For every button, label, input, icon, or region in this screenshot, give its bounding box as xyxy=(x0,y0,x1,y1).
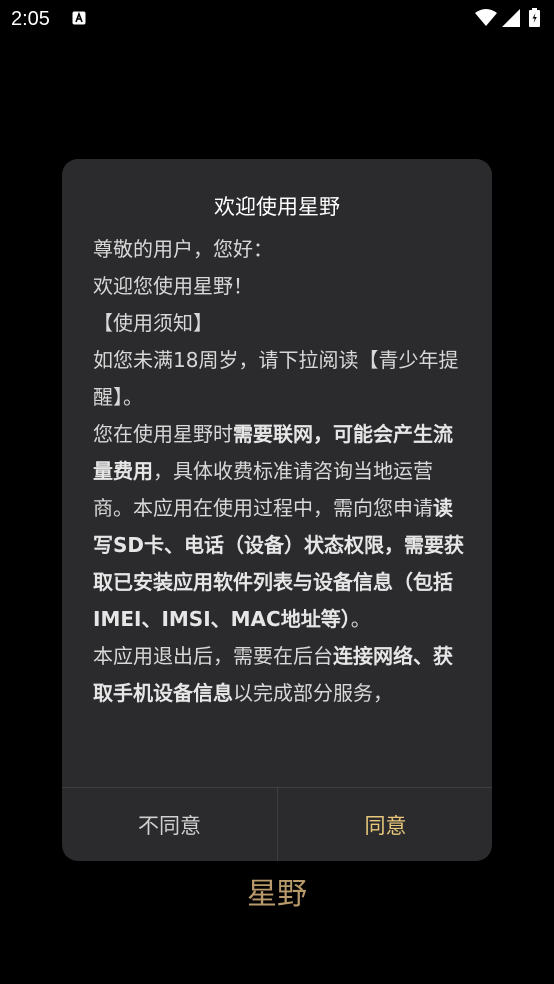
status-bar: 2:05 xyxy=(0,0,554,38)
screen: 2:05 欢迎使用星野 尊敬的用户，您好： 欢迎您使用星野！ 【使用须知】 如您… xyxy=(0,0,554,984)
wifi-icon xyxy=(475,9,497,26)
greeting-text: 尊敬的用户，您好： xyxy=(93,237,273,261)
disagree-button[interactable]: 不同意 xyxy=(62,788,277,861)
exit-suffix: 以完成部分服务， xyxy=(233,681,393,705)
dialog-body[interactable]: 尊敬的用户，您好： 欢迎您使用星野！ 【使用须知】 如您未满18周岁，请下拉阅读… xyxy=(93,231,471,776)
notice-header: 【使用须知】 xyxy=(93,311,213,335)
exit-paragraph: 本应用退出后，需要在后台连接网络、获取手机设备信息以完成部分服务， xyxy=(93,638,471,712)
age-notice-text: 如您未满18周岁，请下拉阅读【青少年提醒】。 xyxy=(93,348,459,409)
welcome-text: 欢迎您使用星野！ xyxy=(93,274,253,298)
permissions-suffix: 。 xyxy=(350,607,371,631)
exit-prefix: 本应用退出后，需要在后台 xyxy=(93,644,333,668)
network-paragraph: 您在使用星野时需要联网，可能会产生流量费用，具体收费标准请咨询当地运营商。本应用… xyxy=(93,416,471,638)
battery-icon xyxy=(529,8,540,27)
dialog-title: 欢迎使用星野 xyxy=(214,195,340,219)
status-time: 2:05 xyxy=(11,8,50,30)
signal-icon xyxy=(502,9,520,27)
privacy-dialog: 欢迎使用星野 尊敬的用户，您好： 欢迎您使用星野！ 【使用须知】 如您未满18周… xyxy=(62,159,492,861)
app-logo: 星野 xyxy=(247,877,307,912)
notification-a-icon xyxy=(72,11,86,25)
agree-button[interactable]: 同意 xyxy=(278,788,492,861)
network-prefix: 您在使用星野时 xyxy=(93,422,233,446)
